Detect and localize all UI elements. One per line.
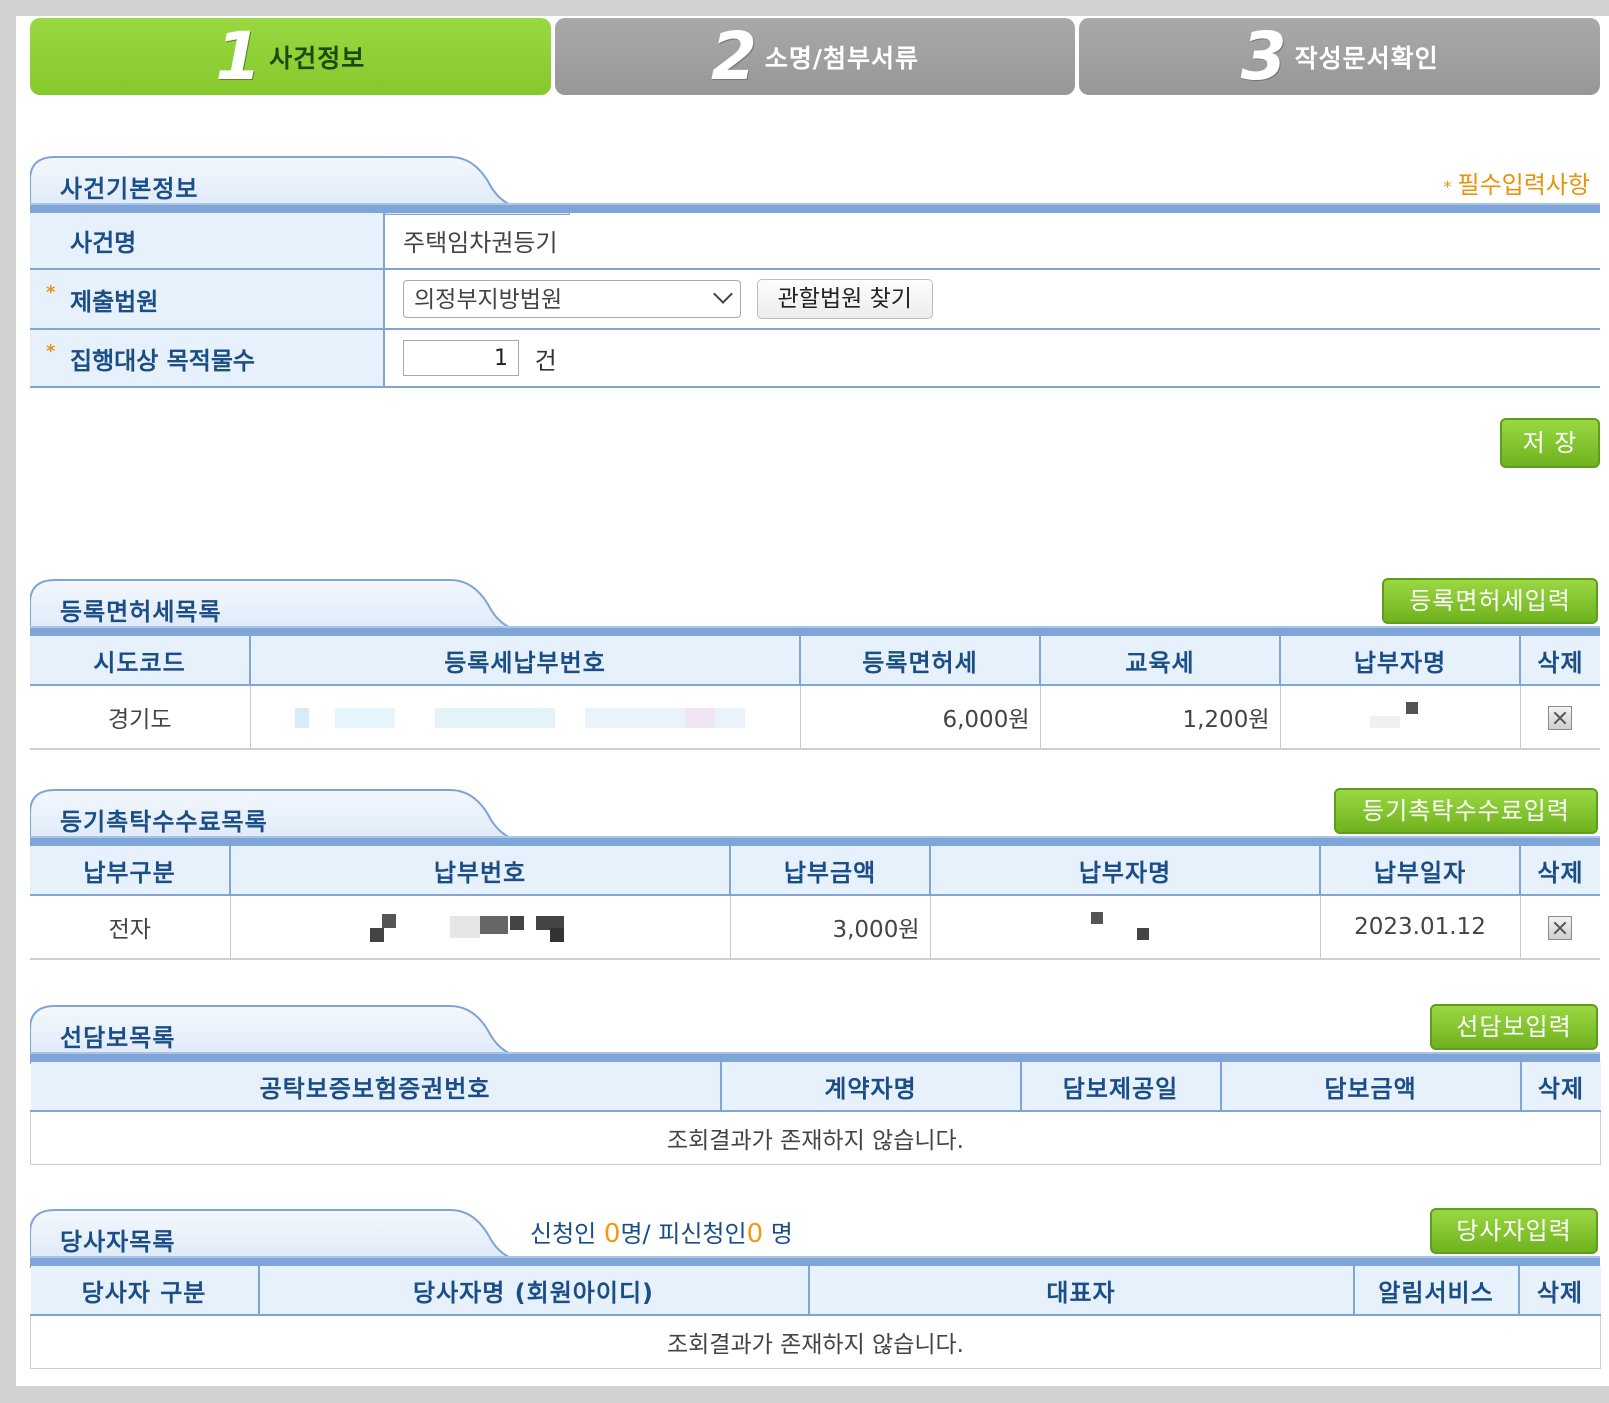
col-header: 당사자 구분 <box>30 1266 260 1316</box>
respondent-count: 0 <box>746 1219 764 1249</box>
empty-result-text: 조회결과가 존재하지 않습니다. <box>30 1314 1601 1369</box>
step-review[interactable]: 3 작성문서확인 <box>1079 17 1601 95</box>
section-title: 사건기본정보 <box>60 175 199 203</box>
col-header: 시도코드 <box>30 636 251 686</box>
col-header: 공탁보증보험증권번호 <box>30 1062 722 1112</box>
basic-info-form: 사건명 주택임차권등기 * 제출법원 의정부지방법원 관할법원 찾기 * 집행대상 … <box>30 213 1600 388</box>
delete-icon[interactable] <box>1548 705 1573 730</box>
step-attachments[interactable]: 2 소명/첨부서류 <box>554 17 1076 95</box>
party-counts: 신청인 0명/ 피신청인0 명 <box>530 1219 793 1249</box>
col-header: 납부금액 <box>730 846 931 896</box>
col-header: 납부일자 <box>1320 846 1521 896</box>
table-row: 전자 3,000원 2023.01.12 <box>30 895 1600 960</box>
object-count-label: * 집행대상 목적물수 <box>30 329 385 388</box>
col-header: 삭제 <box>1518 1266 1601 1316</box>
col-header: 납부번호 <box>230 846 731 896</box>
col-header: 당사자명 (회원아이디) <box>258 1266 810 1316</box>
save-button[interactable]: 저 장 <box>1500 418 1600 468</box>
court-select[interactable]: 의정부지방법원 <box>403 280 741 318</box>
object-count-input[interactable]: 1 <box>403 340 519 376</box>
col-header: 납부구분 <box>30 846 231 896</box>
section-title: 선담보목록 <box>60 1024 176 1052</box>
col-header: 담보제공일 <box>1020 1062 1222 1112</box>
commission-fee-input-button[interactable]: 등기촉탁수수료입력 <box>1334 788 1598 834</box>
empty-result-text: 조회결과가 존재하지 않습니다. <box>30 1110 1601 1165</box>
collateral-table: 공탁보증보험증권번호 계약자명 담보제공일 담보금액 삭제 조회결과가 존재하지… <box>30 1062 1601 1165</box>
party-input-button[interactable]: 당사자입력 <box>1430 1208 1598 1254</box>
step-number: 2 <box>710 17 757 95</box>
col-header: 삭제 <box>1520 636 1600 686</box>
step-number: 1 <box>215 17 262 95</box>
collateral-header: 선담보목록 <box>30 1004 1600 1064</box>
payment-date: 2023.01.12 <box>1320 895 1521 960</box>
redaction-blur <box>295 707 745 728</box>
col-header: 삭제 <box>1520 1062 1601 1112</box>
registration-tax-header: 등록면허세목록 <box>30 578 1600 638</box>
step-case-info[interactable]: 1 사건정보 <box>30 18 551 95</box>
registration-tax-input-button[interactable]: 등록면허세입력 <box>1382 578 1598 624</box>
payment-type-cell: 전자 <box>30 895 231 960</box>
step-label: 소명/첨부서류 <box>764 43 920 73</box>
chevron-down-icon <box>713 284 733 304</box>
section-title: 당사자목록 <box>60 1228 176 1256</box>
step-number: 3 <box>1240 17 1287 95</box>
col-header: 계약자명 <box>720 1062 1022 1112</box>
parties-table: 당사자 구분 당사자명 (회원아이디) 대표자 알림서비스 삭제 조회결과가 존… <box>30 1266 1601 1369</box>
required-note: * 필수입력사항 <box>1443 171 1590 199</box>
table-row: 경기도 6,000원 1,200원 <box>30 685 1600 750</box>
step-label: 사건정보 <box>269 43 366 73</box>
case-name-label: 사건명 <box>30 213 385 270</box>
case-name-value: 주택임차권등기 <box>384 213 1600 270</box>
step-bar: 1 사건정보 2 소명/첨부서류 3 작성문서확인 <box>30 17 1601 95</box>
collateral-input-button[interactable]: 선담보입력 <box>1430 1004 1598 1050</box>
payer-redacted <box>930 895 1321 960</box>
col-header: 삭제 <box>1520 846 1600 896</box>
section-title: 등록면허세목록 <box>60 598 222 626</box>
payer-redacted <box>1280 685 1521 750</box>
step-label: 작성문서확인 <box>1294 43 1439 73</box>
payment-number-redacted <box>250 685 801 750</box>
find-court-button[interactable]: 관할법원 찾기 <box>756 279 933 319</box>
parties-header: 당사자목록 <box>30 1208 1600 1268</box>
delete-icon[interactable] <box>1548 915 1573 940</box>
section-title: 등기촉탁수수료목록 <box>60 808 268 836</box>
edu-tax-amount: 1,200원 <box>1040 685 1281 750</box>
col-header: 대표자 <box>808 1266 1355 1316</box>
payment-amount: 3,000원 <box>730 895 931 960</box>
col-header: 등록면허세 <box>800 636 1041 686</box>
tax-amount: 6,000원 <box>800 685 1041 750</box>
redaction-blur <box>1370 702 1418 728</box>
col-header: 납부자명 <box>1280 636 1521 686</box>
col-header: 알림서비스 <box>1353 1266 1520 1316</box>
commission-fee-table: 납부구분 납부번호 납부금액 납부자명 납부일자 삭제 전자 3,000원 20… <box>30 846 1600 960</box>
redaction-blur <box>370 914 564 942</box>
court-label: * 제출법원 <box>30 269 385 330</box>
payment-number-redacted <box>230 895 731 960</box>
col-header: 납부자명 <box>930 846 1321 896</box>
col-header: 교육세 <box>1040 636 1281 686</box>
basic-info-header: 사건기본정보 * 필수입력사항 <box>30 155 1600 215</box>
col-header: 담보금액 <box>1220 1062 1522 1112</box>
applicant-count: 0 <box>603 1219 621 1249</box>
col-header: 등록세납부번호 <box>250 636 801 686</box>
redaction-blur <box>1091 912 1149 940</box>
region-cell: 경기도 <box>30 685 251 750</box>
registration-tax-table: 시도코드 등록세납부번호 등록면허세 교육세 납부자명 삭제 경기도 6,000… <box>30 636 1600 750</box>
object-count-unit: 건 <box>534 346 557 375</box>
